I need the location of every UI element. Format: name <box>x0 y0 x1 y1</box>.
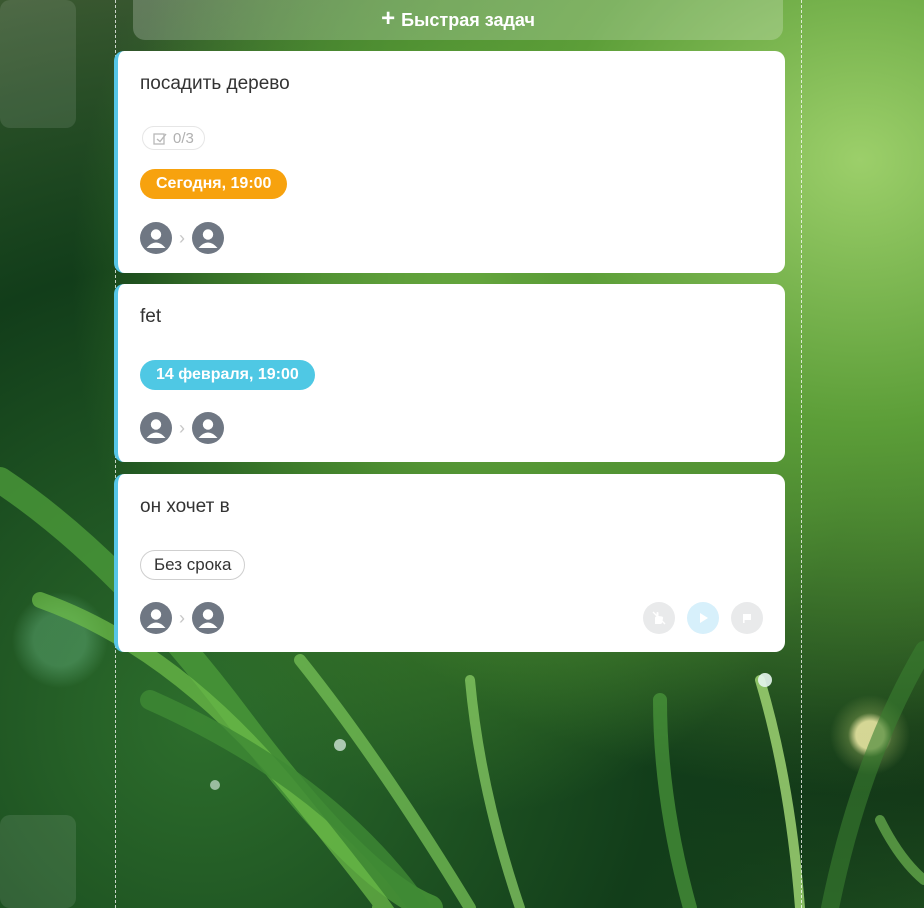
flag-icon <box>743 614 751 623</box>
assignee-avatar-icon[interactable] <box>192 412 224 444</box>
author-avatar-icon[interactable] <box>140 602 172 634</box>
task-card[interactable]: посадить дерево 0/3 Сегодня, 19:00 › <box>114 51 785 273</box>
chevron-right-icon: › <box>179 417 185 438</box>
task-card[interactable]: fet 14 февраля, 19:00 › <box>114 284 785 462</box>
assignee-avatar-icon[interactable] <box>192 602 224 634</box>
checklist-progress[interactable]: 0/3 <box>142 126 205 150</box>
due-date-badge[interactable]: Сегодня, 19:00 <box>140 169 288 199</box>
quick-add-label: Быстрая задач <box>401 9 535 30</box>
checklist-icon <box>153 132 167 145</box>
finish-task-button[interactable] <box>731 602 763 634</box>
quick-add-task-button[interactable]: + Быстрая задач <box>133 0 783 40</box>
assignment: › <box>140 412 224 444</box>
chevron-right-icon: › <box>179 227 185 248</box>
side-tile-bottom <box>0 815 76 908</box>
task-title: fet <box>140 306 162 327</box>
no-deadline-badge[interactable]: Без срока <box>140 550 246 580</box>
task-actions <box>643 602 763 634</box>
assignee-avatar-icon[interactable] <box>192 222 224 254</box>
plus-icon: + <box>381 4 396 32</box>
side-tile-top <box>0 0 76 128</box>
start-task-button[interactable] <box>687 602 719 634</box>
checklist-count: 0/3 <box>173 129 194 147</box>
hand-icon <box>652 611 666 625</box>
chevron-right-icon: › <box>179 607 185 628</box>
task-title: посадить дерево <box>140 73 290 94</box>
play-icon <box>700 613 708 623</box>
due-date-badge[interactable]: 14 февраля, 19:00 <box>140 360 315 390</box>
accept-task-button[interactable] <box>643 602 675 634</box>
author-avatar-icon[interactable] <box>140 412 172 444</box>
task-title: он хочет в <box>140 496 230 517</box>
task-card[interactable]: он хочет в Без срока › <box>114 474 785 652</box>
assignment: › <box>140 222 224 254</box>
column-border-right <box>801 0 802 908</box>
author-avatar-icon[interactable] <box>140 222 172 254</box>
assignment: › <box>140 602 224 634</box>
